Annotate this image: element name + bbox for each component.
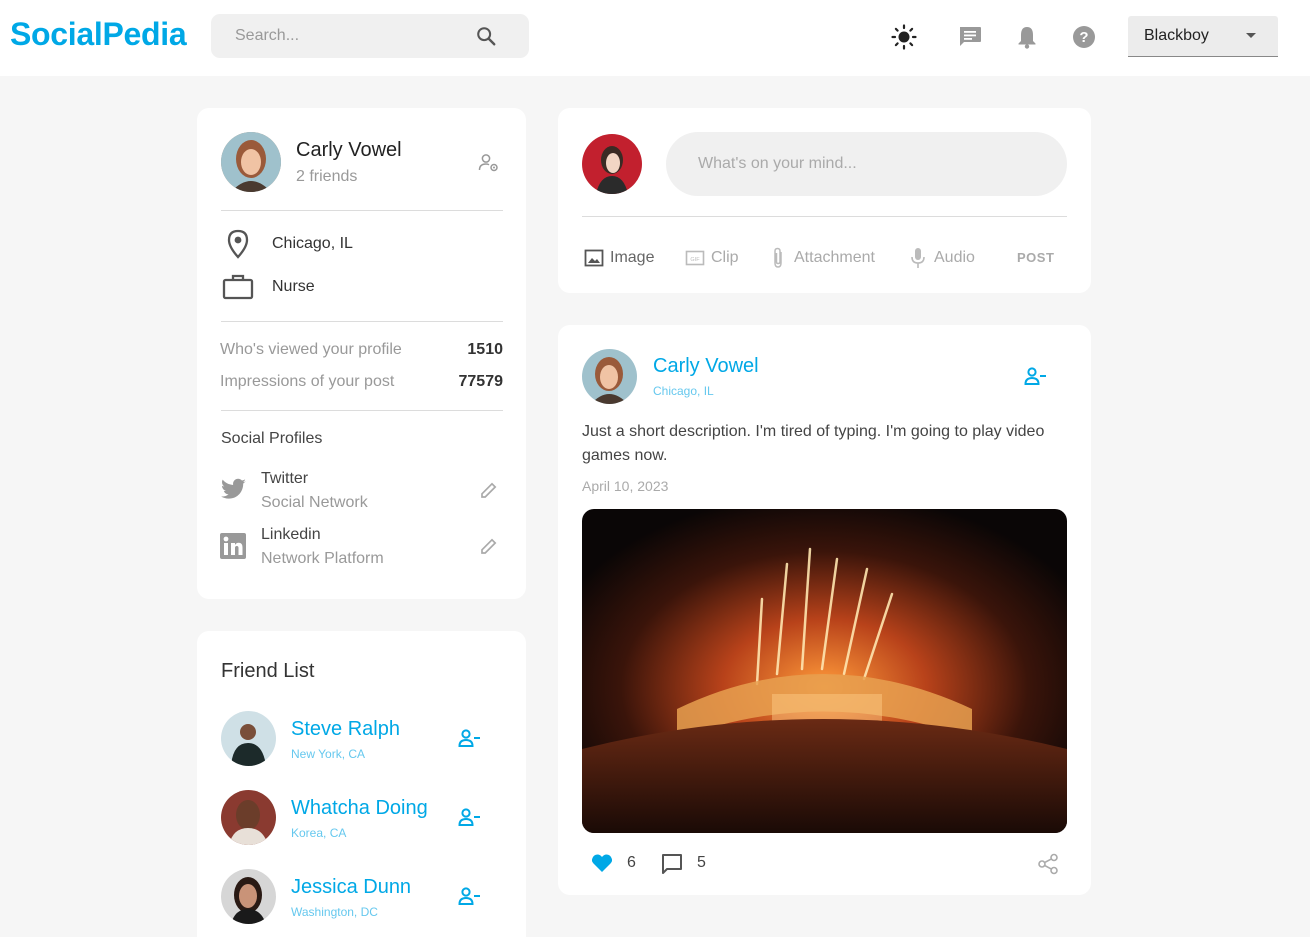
twitter-icon — [221, 478, 246, 499]
image-label: Image — [610, 249, 655, 266]
friend-avatar[interactable] — [221, 790, 276, 845]
divider — [221, 210, 503, 211]
help-icon[interactable]: ? — [1071, 24, 1097, 50]
social-name[interactable]: Twitter — [261, 470, 308, 488]
avatar-image — [221, 711, 276, 766]
avatar-image — [582, 134, 642, 194]
social-subtitle: Social Network — [261, 494, 368, 511]
clip-label: Clip — [711, 249, 739, 266]
search-bar — [211, 14, 529, 58]
location-icon — [227, 229, 249, 259]
audio-button[interactable]: Audio — [908, 246, 975, 270]
friend-location: Korea, CA — [291, 826, 347, 840]
svg-text:?: ? — [1079, 29, 1088, 46]
friend-name[interactable]: Jessica Dunn — [291, 876, 411, 899]
profile-occupation: Nurse — [272, 278, 315, 295]
stat-label: Who's viewed your profile — [220, 341, 402, 358]
friend-location: Washington, DC — [291, 905, 378, 919]
like-count: 6 — [627, 854, 636, 871]
divider — [221, 410, 503, 411]
image-icon — [584, 249, 604, 267]
stat-value: 77579 — [458, 373, 504, 390]
edit-icon[interactable] — [479, 536, 499, 556]
edit-icon[interactable] — [479, 480, 499, 500]
social-subtitle: Network Platform — [261, 550, 384, 567]
remove-friend-icon[interactable] — [458, 728, 482, 748]
post-location: Chicago, IL — [653, 384, 714, 398]
gif-icon: GIF — [685, 250, 705, 266]
avatar-image — [221, 132, 281, 192]
post-button[interactable]: POST — [1017, 250, 1054, 265]
chevron-down-icon — [1246, 33, 1256, 38]
brand-logo[interactable]: SocialPedia — [10, 16, 187, 53]
profile-card: Carly Vowel 2 friends Chicago, IL Nurse … — [197, 108, 526, 599]
remove-friend-icon[interactable] — [458, 886, 482, 906]
friend-avatar[interactable] — [221, 711, 276, 766]
search-input[interactable] — [211, 14, 461, 58]
social-name[interactable]: Linkedin — [261, 526, 321, 544]
notifications-icon[interactable] — [1014, 24, 1040, 50]
post-description: Just a short description. I'm tired of t… — [582, 423, 1045, 464]
remove-friend-icon[interactable] — [458, 807, 482, 827]
avatar-image — [221, 790, 276, 845]
divider — [582, 216, 1067, 217]
friend-avatar[interactable] — [221, 869, 276, 924]
attachment-label: Attachment — [794, 249, 875, 266]
comment-count: 5 — [697, 854, 706, 871]
comment-icon[interactable] — [661, 853, 683, 875]
audio-label: Audio — [934, 249, 975, 266]
clip-button[interactable]: GIF Clip — [685, 246, 739, 270]
post-author-name[interactable]: Carly Vowel — [653, 355, 759, 378]
post-date: April 10, 2023 — [582, 478, 669, 494]
light-mode-icon[interactable] — [891, 24, 917, 50]
svg-text:GIF: GIF — [690, 257, 700, 263]
concert-image — [582, 509, 1067, 833]
profile-location: Chicago, IL — [272, 235, 353, 252]
search-icon[interactable] — [475, 25, 497, 47]
microphone-icon — [911, 248, 925, 268]
work-icon — [222, 274, 254, 300]
stat-value: 1510 — [467, 341, 503, 358]
attachment-button[interactable]: Attachment — [768, 246, 875, 270]
manage-account-icon[interactable] — [478, 152, 500, 174]
avatar-image — [221, 869, 276, 924]
post-image[interactable] — [582, 509, 1067, 833]
post-author-avatar[interactable] — [582, 349, 637, 404]
paperclip-icon — [774, 247, 782, 268]
user-dropdown-value: Blackboy — [1144, 27, 1209, 44]
friend-name[interactable]: Steve Ralph — [291, 718, 400, 741]
friend-location: New York, CA — [291, 747, 366, 761]
post-card: Carly Vowel Chicago, IL Just a short des… — [558, 325, 1091, 895]
user-dropdown[interactable]: Blackboy — [1128, 16, 1278, 57]
share-icon[interactable] — [1037, 853, 1059, 875]
profile-name[interactable]: Carly Vowel — [296, 139, 402, 162]
post-input[interactable] — [666, 132, 1067, 196]
linkedin-icon — [220, 533, 246, 559]
friend-list-title: Friend List — [221, 660, 315, 682]
image-button[interactable]: Image — [584, 246, 654, 270]
remove-friend-icon[interactable] — [1024, 366, 1048, 386]
avatar-image — [582, 349, 637, 404]
social-profiles-title: Social Profiles — [221, 430, 323, 447]
stat-label: Impressions of your post — [220, 373, 395, 390]
post-composer-card: Image GIF Clip Attachment Audio POST — [558, 108, 1091, 293]
divider — [221, 321, 503, 322]
composer-avatar[interactable] — [582, 134, 642, 194]
like-icon[interactable] — [591, 853, 613, 873]
messages-icon[interactable] — [957, 24, 983, 50]
friend-name[interactable]: Whatcha Doing — [291, 797, 428, 820]
profile-avatar[interactable] — [221, 132, 281, 192]
profile-friend-count: 2 friends — [296, 168, 358, 185]
top-navbar: SocialPedia ? Blackboy — [0, 0, 1310, 76]
friend-list-card: Friend List Steve Ralph New York, CA Wha… — [197, 631, 526, 937]
